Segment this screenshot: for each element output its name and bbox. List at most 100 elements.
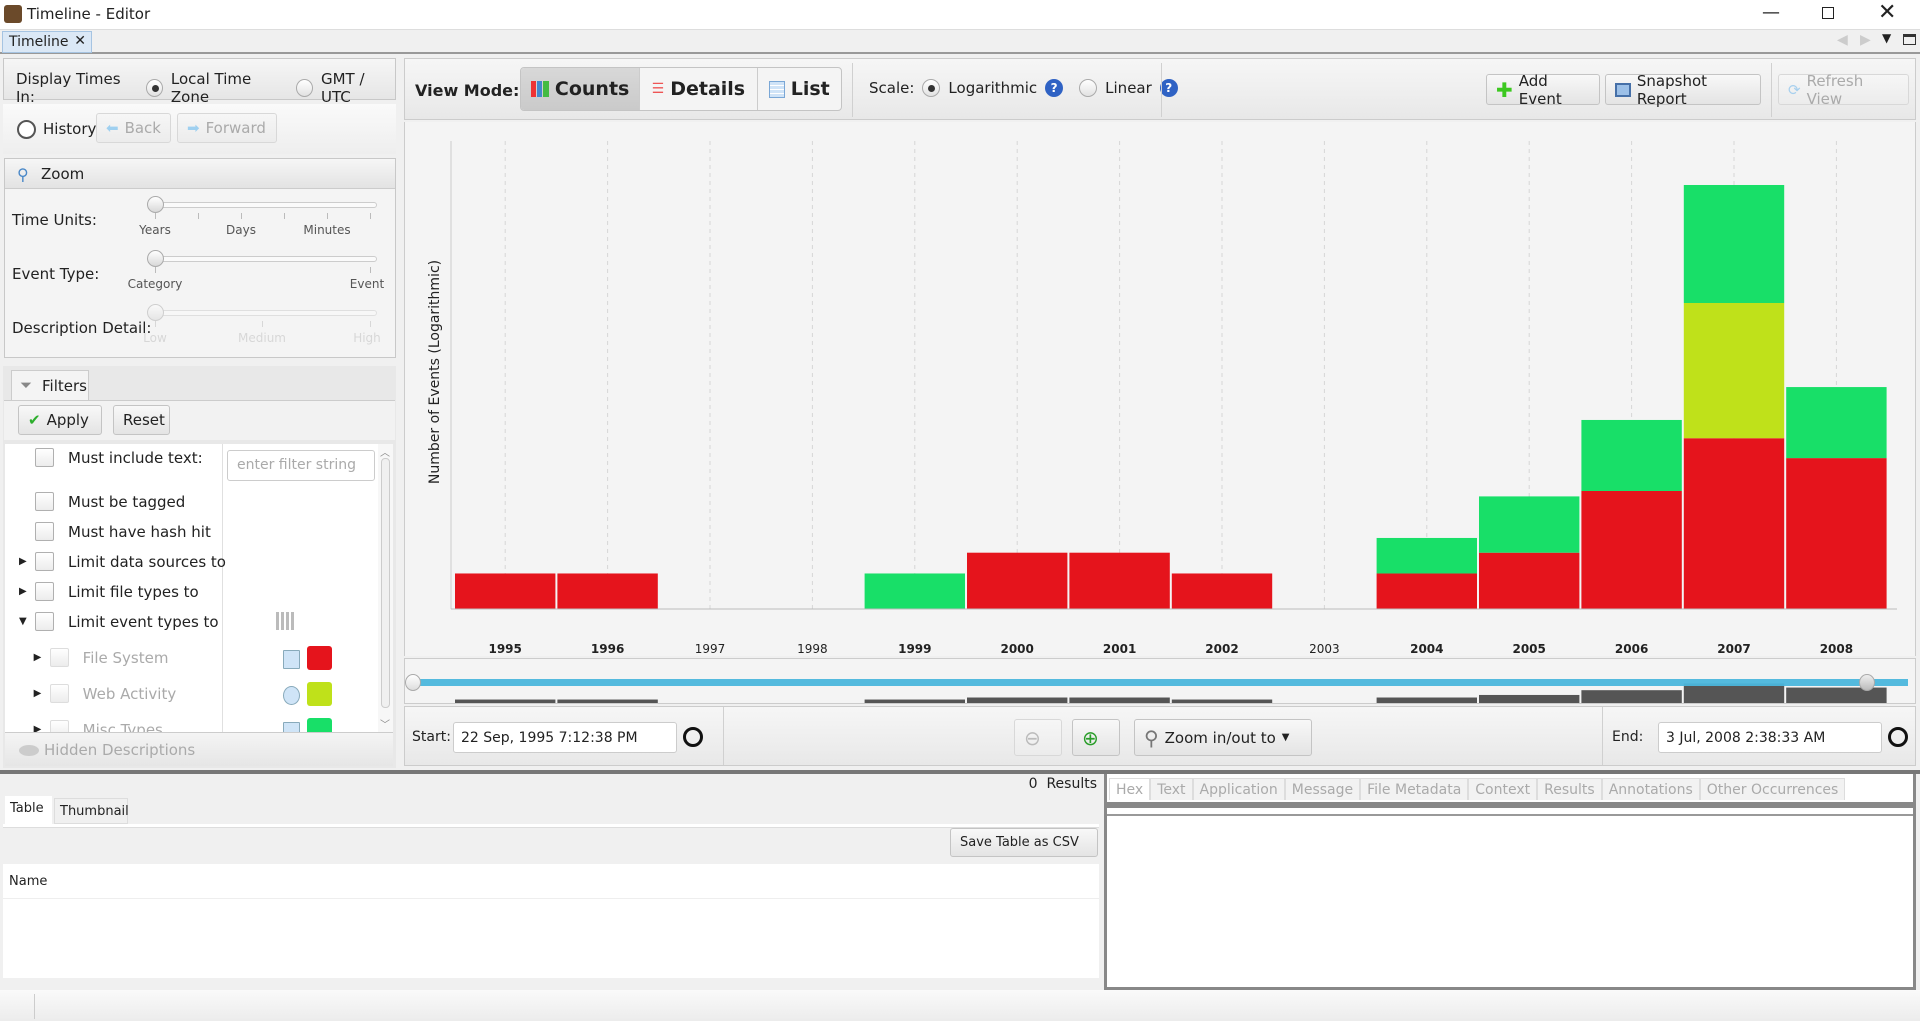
- scale-label: Scale:: [869, 79, 915, 97]
- zoom-in-button[interactable]: ⊕: [1072, 719, 1120, 756]
- filter-checkbox[interactable]: [35, 552, 54, 571]
- bar-segment-2008[interactable]: [1786, 458, 1887, 609]
- x-tick-label: 2004: [1410, 642, 1443, 656]
- filter-item[interactable]: Limit data sources to: [35, 552, 226, 571]
- local-time-radio[interactable]: [145, 79, 163, 97]
- bar-segment-2004[interactable]: [1376, 537, 1477, 574]
- filter-checkbox[interactable]: [49, 684, 69, 703]
- filter-item[interactable]: Misc Types: [49, 720, 163, 732]
- gmt-radio[interactable]: [295, 79, 313, 97]
- scroll-right-icon[interactable]: ▶: [1860, 32, 1871, 48]
- filter-item[interactable]: Limit file types to: [35, 582, 199, 601]
- filter-checkbox[interactable]: [35, 522, 54, 541]
- filter-item[interactable]: Web Activity: [49, 684, 176, 703]
- zoom-header[interactable]: ⚲ Zoom: [5, 159, 395, 189]
- filter-item[interactable]: Must have hash hit: [35, 522, 211, 541]
- tab-table[interactable]: Table: [5, 796, 52, 824]
- filter-text-input[interactable]: enter filter string: [227, 450, 375, 481]
- tab-thumbnail[interactable]: Thumbnail: [54, 798, 129, 824]
- bar-segment-2006[interactable]: [1581, 419, 1682, 491]
- viewer-tab[interactable]: Hex: [1109, 778, 1151, 800]
- tab-timeline[interactable]: Timeline ✕: [2, 31, 92, 53]
- maximize-icon[interactable]: [1903, 34, 1916, 45]
- bar-segment-1995[interactable]: [455, 573, 556, 609]
- filter-item[interactable]: Must be tagged: [35, 492, 185, 511]
- bar-segment-1999[interactable]: [864, 573, 965, 609]
- expand-arrow-icon[interactable]: ▶: [34, 688, 42, 699]
- help-icon[interactable]: ?: [1045, 79, 1064, 97]
- restore-button[interactable]: [1822, 7, 1834, 19]
- apply-button[interactable]: ✔ Apply: [18, 405, 102, 435]
- list-view-button[interactable]: List: [758, 68, 841, 110]
- counts-chart-svg: 1995 1996 1997 1998 1999 2000 2001 2002 2003 2004…: [450, 141, 1897, 656]
- expand-arrow-icon[interactable]: ▶: [34, 724, 42, 732]
- list-icon: [768, 80, 785, 98]
- expand-arrow-icon[interactable]: ▶: [19, 586, 27, 597]
- viewer-tab[interactable]: Message: [1284, 778, 1361, 800]
- counts-view-button[interactable]: Counts: [521, 68, 641, 110]
- zoom-in-out-menu[interactable]: ⚲ Zoom in/out to ▼: [1134, 719, 1312, 756]
- viewer-tab[interactable]: Annotations: [1601, 778, 1700, 800]
- filter-checkbox[interactable]: [35, 612, 54, 631]
- filter-checkbox[interactable]: [49, 720, 69, 732]
- zoom-out-button[interactable]: ⊖: [1014, 719, 1062, 756]
- linear-scale-radio[interactable]: [1079, 79, 1098, 97]
- filter-item[interactable]: File System: [49, 648, 168, 667]
- add-event-button[interactable]: ✚ Add Event: [1486, 72, 1600, 108]
- filter-checkbox[interactable]: [35, 492, 54, 511]
- viewer-tab[interactable]: Other Occurrences: [1699, 778, 1846, 800]
- column-header-name[interactable]: Name: [3, 864, 1099, 899]
- end-date-input[interactable]: 3 Jul, 2008 2:38:33 AM: [1658, 722, 1882, 753]
- filter-checkbox[interactable]: [49, 648, 69, 667]
- x-tick-label: 2005: [1512, 642, 1545, 656]
- viewer-tab[interactable]: File Metadata: [1360, 778, 1469, 800]
- bar-segment-2006[interactable]: [1581, 491, 1682, 609]
- details-view-button[interactable]: ☰ Details: [640, 68, 758, 110]
- filter-checkbox[interactable]: [35, 582, 54, 601]
- filter-scrollbar[interactable]: ︿ ﹀: [378, 444, 393, 732]
- viewer-tab[interactable]: Results: [1537, 778, 1602, 800]
- tab-list-icon[interactable]: ▼: [1882, 31, 1891, 45]
- bar-segment-2001[interactable]: [1069, 552, 1170, 609]
- snapshot-report-button[interactable]: Snapshot Report: [1605, 72, 1761, 108]
- zoom-out-icon: ⊖: [1024, 725, 1041, 750]
- bar-segment-1996[interactable]: [557, 573, 658, 609]
- viewer-tab[interactable]: Context: [1468, 778, 1538, 800]
- time-range-slider[interactable]: [404, 658, 1916, 704]
- end-clock-icon[interactable]: [1888, 727, 1908, 747]
- bar-segment-2005[interactable]: [1479, 496, 1580, 553]
- save-table-csv-button[interactable]: Save Table as CSV: [950, 828, 1098, 857]
- forward-button[interactable]: ➡ Forward: [177, 113, 277, 143]
- close-tab-icon[interactable]: ✕: [74, 33, 86, 49]
- bar-segment-2007[interactable]: [1683, 184, 1785, 303]
- start-clock-icon[interactable]: [683, 727, 703, 747]
- bar-segment-2008[interactable]: [1786, 387, 1887, 459]
- bar-segment-2007[interactable]: [1683, 438, 1785, 609]
- bar-segment-2004[interactable]: [1376, 573, 1477, 609]
- back-button[interactable]: ⬅ Back: [96, 113, 171, 143]
- refresh-view-button[interactable]: ⟳ Refresh View: [1778, 72, 1909, 108]
- bar-segment-2002[interactable]: [1171, 573, 1273, 609]
- filter-item[interactable]: Limit event types to: [35, 612, 219, 631]
- viewer-tab[interactable]: Application: [1192, 778, 1285, 800]
- bar-segment-2007[interactable]: [1683, 302, 1785, 439]
- start-date-input[interactable]: 22 Sep, 1995 7:12:38 PM: [453, 722, 677, 753]
- expand-arrow-icon[interactable]: ▶: [34, 652, 42, 663]
- filter-item[interactable]: Must include text:: [35, 448, 203, 467]
- range-start-handle[interactable]: [405, 674, 421, 691]
- bar-segment-2005[interactable]: [1479, 552, 1580, 609]
- close-button[interactable]: ✕: [1878, 0, 1896, 25]
- scroll-left-icon[interactable]: ◀: [1837, 32, 1848, 48]
- bar-segment-2000[interactable]: [967, 552, 1068, 609]
- expand-arrow-icon[interactable]: ▶: [19, 556, 27, 567]
- filter-checkbox[interactable]: [35, 448, 54, 467]
- range-end-handle[interactable]: [1859, 674, 1875, 691]
- hidden-descriptions-header[interactable]: Hidden Descriptions: [5, 732, 393, 766]
- minimize-button[interactable]: —: [1762, 2, 1780, 23]
- collapse-arrow-icon[interactable]: ▼: [19, 616, 27, 627]
- filters-tab[interactable]: ⏷ Filters: [11, 370, 89, 400]
- log-scale-radio[interactable]: [922, 79, 941, 97]
- help-icon[interactable]: ?: [1159, 79, 1178, 97]
- viewer-tab[interactable]: Text: [1150, 778, 1193, 800]
- reset-button[interactable]: Reset: [113, 405, 170, 435]
